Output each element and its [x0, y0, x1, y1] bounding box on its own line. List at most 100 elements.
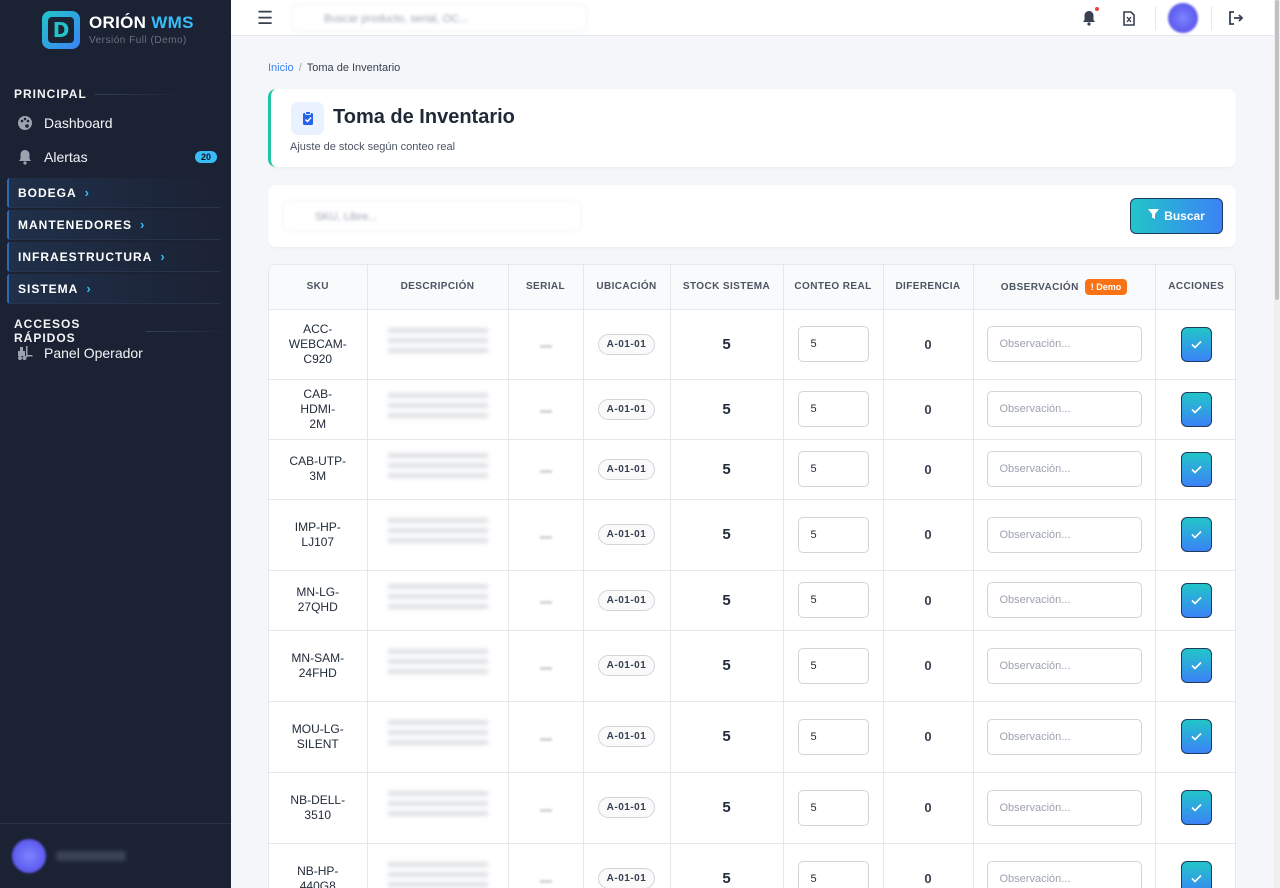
observation-input[interactable] — [986, 789, 1142, 826]
sidebar-item-label: Alertas — [44, 149, 88, 165]
description-cell — [367, 570, 509, 631]
logout-icon[interactable] — [1226, 8, 1246, 28]
avatar[interactable] — [1168, 3, 1198, 33]
chevron-right-icon: › — [140, 217, 146, 232]
stock-value: 5 — [722, 657, 731, 674]
table-row: CAB-UTP-3M A-01-01 5 0 — [269, 439, 1235, 500]
observation-input[interactable] — [986, 326, 1142, 362]
location-badge: A-01-01 — [597, 333, 656, 355]
menu-toggle-icon[interactable]: ☰ — [257, 8, 273, 29]
count-input[interactable] — [797, 718, 869, 755]
scrollbar-thumb[interactable] — [1275, 0, 1279, 300]
observation-input[interactable] — [986, 718, 1142, 755]
divider — [1211, 6, 1212, 30]
observation-cell — [973, 499, 1156, 571]
serial-redacted — [539, 410, 552, 413]
sidebar-user[interactable] — [0, 823, 231, 888]
confirm-button[interactable] — [1180, 790, 1212, 825]
description-cell — [367, 772, 509, 844]
difference-cell: 0 — [883, 772, 974, 844]
sidebar-group-infraestructura[interactable]: INFRAESTRUCTURA › — [7, 242, 223, 272]
count-input[interactable] — [797, 582, 869, 618]
confirm-button[interactable] — [1180, 517, 1212, 552]
difference-cell: 0 — [883, 630, 974, 702]
count-cell — [783, 499, 884, 571]
observation-cell — [973, 439, 1156, 500]
global-search-input[interactable]: Buscar producto, serial, OC... — [291, 4, 587, 32]
location-badge: A-01-01 — [597, 797, 656, 818]
sidebar-item-panel-operador[interactable]: Panel Operador — [14, 338, 217, 368]
difference-value: 0 — [924, 461, 932, 477]
observation-input[interactable] — [986, 860, 1142, 888]
confirm-button[interactable] — [1180, 326, 1212, 362]
count-input[interactable] — [797, 789, 869, 826]
location-cell: A-01-01 — [583, 701, 671, 773]
observation-input[interactable] — [986, 516, 1142, 553]
observation-input[interactable] — [986, 391, 1142, 427]
breadcrumb-home-link[interactable]: Inicio — [268, 62, 294, 74]
sku-text-line: CAB-HDMI- — [300, 386, 336, 416]
count-cell — [783, 630, 884, 702]
sku-text-line: C920 — [303, 351, 333, 366]
notification-dot — [1095, 7, 1099, 11]
difference-cell: 0 — [883, 499, 974, 571]
observation-input[interactable] — [986, 647, 1142, 684]
avatar — [12, 839, 46, 873]
column-header-observacion: OBSERVACIÓN ! Demo — [973, 265, 1156, 310]
difference-cell: 0 — [883, 379, 974, 440]
sidebar-item-label: Panel Operador — [44, 345, 143, 361]
confirm-button[interactable] — [1180, 582, 1212, 618]
brand[interactable]: D ORIÓN WMS Versión Full (Demo) — [0, 0, 231, 60]
column-header-acciones: ACCIONES — [1155, 265, 1235, 310]
sidebar-group-sistema[interactable]: SISTEMA › — [7, 274, 223, 304]
sku-text-line: 24FHD — [298, 665, 337, 680]
confirm-button[interactable] — [1180, 719, 1212, 754]
sku-text-line: 3510 — [304, 807, 332, 822]
bell-icon[interactable] — [1079, 8, 1099, 28]
column-header-descripcion: DESCRIPCIÓN — [367, 265, 509, 310]
count-cell — [783, 772, 884, 844]
breadcrumb-current: Toma de Inventario — [306, 62, 401, 74]
sidebar-item-dashboard[interactable]: Dashboard — [14, 108, 217, 138]
observation-input[interactable] — [986, 582, 1142, 618]
page-scrollbar[interactable] — [1274, 0, 1280, 888]
sidebar-group-bodega[interactable]: BODEGA › — [7, 178, 223, 208]
description-cell — [367, 630, 509, 702]
count-input[interactable] — [797, 391, 869, 427]
sidebar-item-alertas[interactable]: Alertas 20 — [14, 142, 217, 172]
search-button[interactable]: Buscar — [1130, 198, 1223, 234]
count-input[interactable] — [797, 326, 869, 362]
difference-value: 0 — [924, 336, 932, 352]
sidebar-group-mantenedores[interactable]: MANTENEDORES › — [7, 210, 223, 240]
serial-redacted — [539, 879, 552, 883]
confirm-button[interactable] — [1180, 861, 1212, 888]
sku-cell: IMP-HP- LJ107 — [269, 499, 368, 571]
confirm-button[interactable] — [1180, 451, 1212, 487]
sku-text-line: MN-LG- — [296, 585, 340, 599]
description-redacted — [387, 649, 488, 679]
confirm-button[interactable] — [1180, 391, 1212, 427]
sidebar-item-label: Dashboard — [44, 115, 113, 131]
actions-cell — [1155, 499, 1235, 571]
count-input[interactable] — [797, 860, 869, 888]
column-header-ubicacion: UBICACIÓN — [583, 265, 671, 310]
observation-input[interactable] — [986, 451, 1142, 487]
actions-cell — [1155, 439, 1235, 500]
stock-value: 5 — [722, 460, 731, 478]
serial-redacted — [539, 470, 552, 473]
sku-filter-input[interactable]: SKU, Libre... — [282, 200, 582, 232]
excel-file-icon[interactable] — [1119, 8, 1139, 28]
confirm-button[interactable] — [1180, 648, 1212, 683]
location-cell: A-01-01 — [583, 439, 671, 500]
chevron-right-icon: › — [84, 185, 91, 200]
filter-card: SKU, Libre... Buscar — [268, 185, 1236, 247]
count-input[interactable] — [797, 647, 869, 684]
count-input[interactable] — [797, 451, 869, 487]
logo-letter: D — [48, 17, 74, 43]
description-cell — [367, 499, 509, 571]
sku-cell: CAB-HDMI- 2M — [269, 379, 368, 440]
count-input[interactable] — [797, 516, 869, 553]
location-cell: A-01-01 — [583, 772, 671, 844]
chevron-right-icon: › — [160, 249, 166, 264]
user-name-redacted — [56, 851, 126, 861]
